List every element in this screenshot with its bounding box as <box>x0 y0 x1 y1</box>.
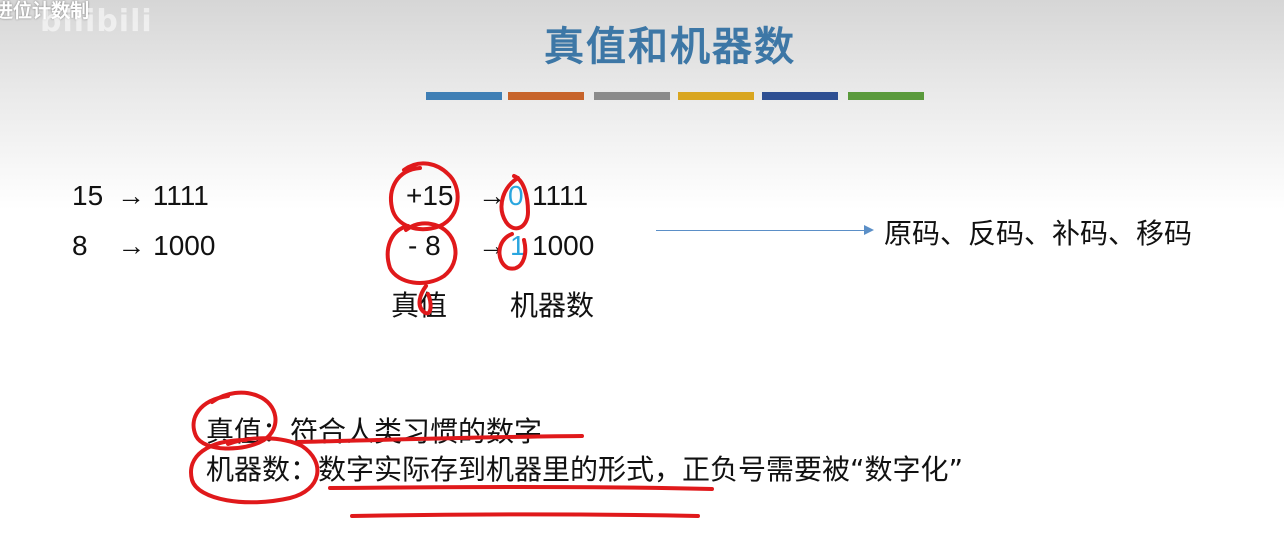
machine-number-label: 机器数 <box>510 289 595 322</box>
definition-text: 符合人类习惯的数字 <box>290 415 543 448</box>
sign-bit: 1 <box>510 230 526 261</box>
color-bar-5 <box>762 92 838 100</box>
definition-text: 数字实际存到机器里的形式，正负号需要被“数字化” <box>318 453 964 486</box>
magnitude-bits: 1000 <box>532 230 595 261</box>
color-bar-6 <box>848 92 924 100</box>
definition-machine-number: 机器数：数字实际存到机器里的形式，正负号需要被“数字化” <box>206 448 963 488</box>
color-bar-1 <box>426 92 502 100</box>
true-value-label: 真值 <box>391 289 448 322</box>
right-arrow-icon: → <box>116 180 145 211</box>
unsigned-example-row: 15 → 1111 <box>72 180 209 212</box>
color-bar-2 <box>508 92 584 100</box>
arrow-head-icon <box>864 225 874 235</box>
decimal-value: 8 <box>72 230 88 261</box>
binary-value: 1000 <box>153 230 216 261</box>
magnitude-bits: 1111 <box>532 180 589 211</box>
color-bar-3 <box>594 92 670 100</box>
sign-bit: 0 <box>508 180 524 211</box>
right-arrow-icon: → <box>117 230 146 261</box>
definition-term: 真值 <box>206 415 263 448</box>
encodings-list: 原码、反码、补码、移码 <box>884 217 1193 250</box>
underline-definition-2b <box>350 512 700 518</box>
signed-true-value: - 8 <box>408 230 441 261</box>
right-arrow-icon: → <box>478 180 506 211</box>
slide-title: 真值和机器数 <box>544 24 796 70</box>
definition-separator: ： <box>262 415 291 448</box>
definition-term: 机器数 <box>206 453 291 486</box>
color-bar-4 <box>678 92 754 100</box>
unsigned-example-row: 8 → 1000 <box>72 230 215 262</box>
binary-value: 1111 <box>152 180 209 211</box>
definition-true-value: 真值：符合人类习惯的数字 <box>206 410 542 450</box>
signed-true-value: +15 <box>406 180 454 211</box>
encodings-arrow-line <box>656 230 866 231</box>
slide: 进位计数制 bilibili 真值和机器数 15 → 1111 8 → 1000… <box>0 0 1284 558</box>
decimal-value: 15 <box>72 180 104 211</box>
definition-separator: ： <box>290 453 319 486</box>
right-arrow-icon: → <box>478 230 506 261</box>
